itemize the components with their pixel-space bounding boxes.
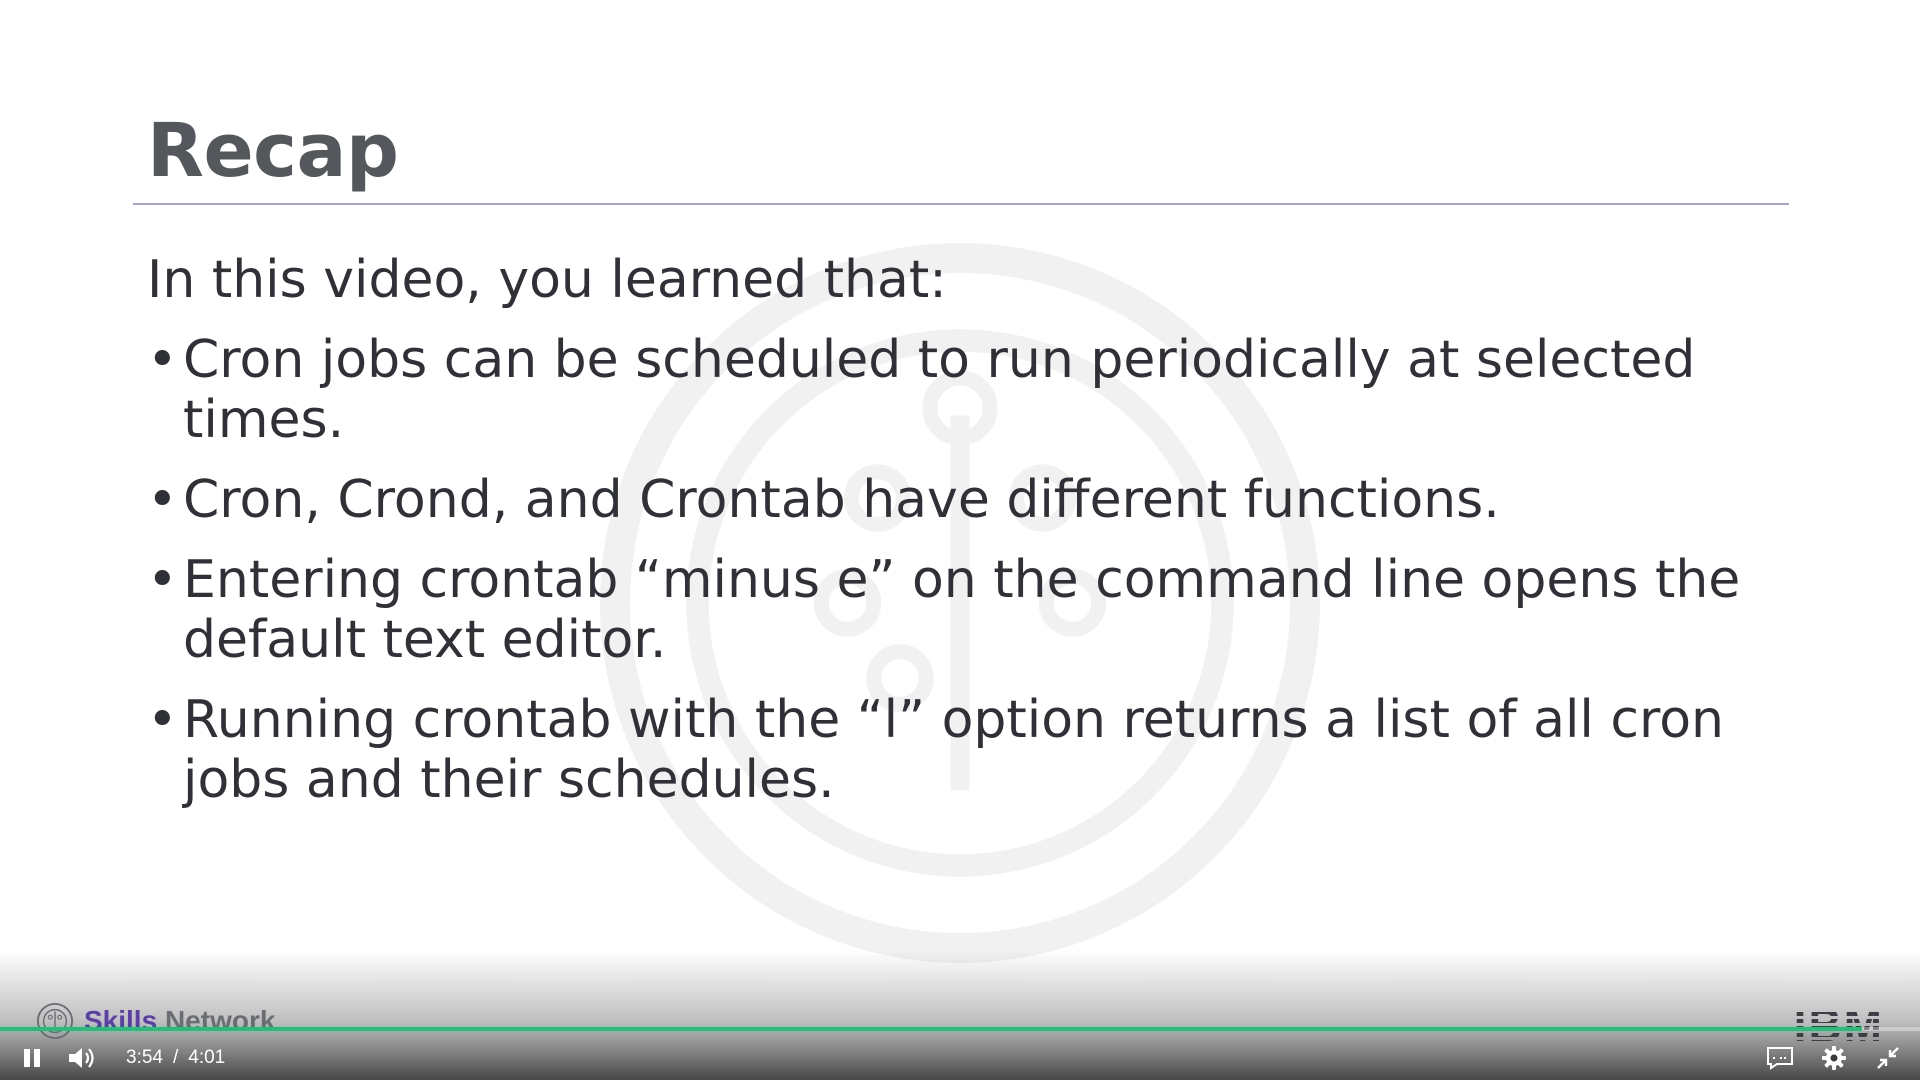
bullet-marker: • [147, 690, 178, 750]
pause-icon [24, 1049, 40, 1067]
recap-list: • Cron jobs can be scheduled to run peri… [147, 330, 1807, 810]
brand-word-network: Network [164, 1005, 276, 1036]
recap-item: • Cron, Crond, and Crontab have differen… [147, 470, 1807, 530]
gear-icon [1822, 1046, 1846, 1070]
title-divider [133, 203, 1789, 205]
brand-word-skills: Skills [84, 1005, 158, 1036]
slide-title: Recap [147, 108, 399, 194]
slide-intro: In this video, you learned that: [147, 250, 947, 310]
time-separator: / [172, 1047, 179, 1068]
control-bar: 3:54 / 4:01 [0, 1036, 1920, 1080]
captions-button[interactable] [1758, 1036, 1802, 1080]
skills-network-wordmark: Skills Network [84, 1005, 275, 1037]
skills-network-icon [36, 1002, 74, 1040]
video-player[interactable]: Recap In this video, you learned that: •… [0, 0, 1920, 1080]
progress-bar[interactable] [0, 1027, 1920, 1031]
captions-icon [1767, 1047, 1793, 1070]
settings-button[interactable] [1812, 1036, 1856, 1080]
bullet-marker: • [147, 550, 178, 610]
duration: 4:01 [188, 1047, 226, 1068]
slide-content: In this video, you learned that: • Cron … [147, 250, 1807, 830]
recap-item: • Entering crontab “minus e” on the comm… [147, 550, 1807, 670]
time-display: 3:54 / 4:01 [126, 1047, 225, 1069]
progress-played [0, 1027, 1863, 1031]
recap-item-text: Entering crontab “minus e” on the comman… [183, 550, 1741, 670]
play-pause-button[interactable] [10, 1036, 54, 1080]
exit-fullscreen-button[interactable] [1866, 1036, 1910, 1080]
bullet-marker: • [147, 470, 178, 530]
exit-fullscreen-icon [1877, 1047, 1899, 1069]
volume-button[interactable] [60, 1036, 104, 1080]
recap-item-text: Running crontab with the “l” option retu… [183, 690, 1724, 810]
recap-item: • Cron jobs can be scheduled to run peri… [147, 330, 1807, 450]
recap-item: • Running crontab with the “l” option re… [147, 690, 1807, 810]
recap-item-text: Cron jobs can be scheduled to run period… [183, 330, 1696, 450]
volume-icon [69, 1048, 94, 1068]
current-time: 3:54 [126, 1047, 163, 1068]
bullet-marker: • [147, 330, 178, 390]
skills-network-logo: Skills Network [36, 1002, 275, 1040]
recap-item-text: Cron, Crond, and Crontab have different … [183, 470, 1500, 530]
